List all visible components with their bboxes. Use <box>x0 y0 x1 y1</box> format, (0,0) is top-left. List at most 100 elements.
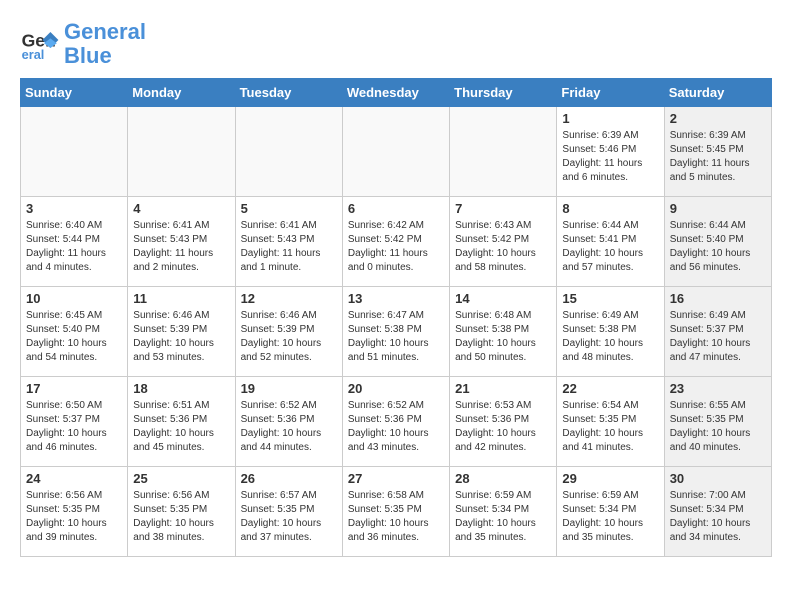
day-info: Sunrise: 6:59 AM Sunset: 5:34 PM Dayligh… <box>562 489 658 545</box>
day-number: 13 <box>348 291 444 306</box>
calendar-cell: 2Sunrise: 6:39 AM Sunset: 5:45 PM Daylig… <box>664 107 771 197</box>
calendar-body: 1Sunrise: 6:39 AM Sunset: 5:46 PM Daylig… <box>21 107 772 557</box>
day-number: 24 <box>26 471 122 486</box>
calendar-cell: 10 Sunrise: 6:45 AM Sunset: 5:40 PM Dayli… <box>21 287 128 377</box>
calendar-cell <box>21 107 128 197</box>
day-info: Sunrise: 6:56 AM Sunset: 5:35 PM Dayligh… <box>133 489 229 545</box>
calendar-week-row: 1Sunrise: 6:39 AM Sunset: 5:46 PM Daylig… <box>21 107 772 197</box>
day-info: Sunrise: 6:57 AM Sunset: 5:35 PM Dayligh… <box>241 489 337 545</box>
day-info: Sunrise: 6:58 AM Sunset: 5:35 PM Dayligh… <box>348 489 444 545</box>
calendar-cell: 4 Sunrise: 6:41 AM Sunset: 5:43 PM Daylig… <box>128 197 235 287</box>
day-info: Sunrise: 6:48 AM Sunset: 5:38 PM Dayligh… <box>455 309 551 365</box>
calendar-header: SundayMondayTuesdayWednesdayThursdayFrid… <box>21 79 772 107</box>
day-number: 2 <box>670 111 766 126</box>
calendar-cell: 30 Sunrise: 7:00 AM Sunset: 5:34 PM Dayli… <box>664 467 771 557</box>
day-number: 27 <box>348 471 444 486</box>
day-number: 10 <box>26 291 122 306</box>
calendar-cell: 20Sunrise: 6:52 AM Sunset: 5:36 PM Dayli… <box>342 377 449 467</box>
calendar-cell: 8Sunrise: 6:44 AM Sunset: 5:41 PM Daylig… <box>557 197 664 287</box>
page-header: Gen eral GeneralBlue <box>20 20 772 68</box>
day-number: 8 <box>562 201 658 216</box>
day-info: Sunrise: 6:56 AM Sunset: 5:35 PM Dayligh… <box>26 489 122 545</box>
calendar-cell: 1Sunrise: 6:39 AM Sunset: 5:46 PM Daylig… <box>557 107 664 197</box>
day-number: 3 <box>26 201 122 216</box>
calendar-cell: 16 Sunrise: 6:49 AM Sunset: 5:37 PM Dayli… <box>664 287 771 377</box>
calendar-cell <box>235 107 342 197</box>
day-number: 18 <box>133 381 229 396</box>
calendar-cell: 7Sunrise: 6:43 AM Sunset: 5:42 PM Daylig… <box>450 197 557 287</box>
weekday-header: Thursday <box>450 79 557 107</box>
day-number: 11 <box>133 291 229 306</box>
day-info: Sunrise: 6:54 AM Sunset: 5:35 PM Dayligh… <box>562 399 658 455</box>
calendar-week-row: 3 Sunrise: 6:40 AM Sunset: 5:44 PM Daylig… <box>21 197 772 287</box>
day-number: 12 <box>241 291 337 306</box>
calendar-cell: 3 Sunrise: 6:40 AM Sunset: 5:44 PM Daylig… <box>21 197 128 287</box>
weekday-header: Saturday <box>664 79 771 107</box>
day-number: 16 <box>670 291 766 306</box>
day-info: Sunrise: 6:47 AM Sunset: 5:38 PM Dayligh… <box>348 309 444 365</box>
calendar-cell <box>128 107 235 197</box>
calendar-cell: 23Sunrise: 6:55 AM Sunset: 5:35 PM Dayli… <box>664 377 771 467</box>
calendar-cell: 14 Sunrise: 6:48 AM Sunset: 5:38 PM Dayli… <box>450 287 557 377</box>
day-info: Sunrise: 6:41 AM Sunset: 5:43 PM Dayligh… <box>241 219 337 275</box>
weekday-header: Sunday <box>21 79 128 107</box>
day-info: Sunrise: 6:44 AM Sunset: 5:40 PM Dayligh… <box>670 219 766 275</box>
day-info: Sunrise: 6:50 AM Sunset: 5:37 PM Dayligh… <box>26 399 122 455</box>
day-info: Sunrise: 6:41 AM Sunset: 5:43 PM Dayligh… <box>133 219 229 275</box>
logo-icon: Gen eral <box>20 24 60 64</box>
calendar-cell: 19 Sunrise: 6:52 AM Sunset: 5:36 PM Dayli… <box>235 377 342 467</box>
logo: Gen eral GeneralBlue <box>20 20 146 68</box>
day-info: Sunrise: 6:40 AM Sunset: 5:44 PM Dayligh… <box>26 219 122 275</box>
day-number: 26 <box>241 471 337 486</box>
calendar-cell: 21 Sunrise: 6:53 AM Sunset: 5:36 PM Dayli… <box>450 377 557 467</box>
day-number: 6 <box>348 201 444 216</box>
calendar-cell: 24 Sunrise: 6:56 AM Sunset: 5:35 PM Dayli… <box>21 467 128 557</box>
day-number: 5 <box>241 201 337 216</box>
calendar-cell: 9 Sunrise: 6:44 AM Sunset: 5:40 PM Daylig… <box>664 197 771 287</box>
day-number: 17 <box>26 381 122 396</box>
weekday-header: Monday <box>128 79 235 107</box>
day-info: Sunrise: 6:49 AM Sunset: 5:37 PM Dayligh… <box>670 309 766 365</box>
calendar-cell: 27 Sunrise: 6:58 AM Sunset: 5:35 PM Dayli… <box>342 467 449 557</box>
calendar-cell: 17 Sunrise: 6:50 AM Sunset: 5:37 PM Dayli… <box>21 377 128 467</box>
day-info: Sunrise: 7:00 AM Sunset: 5:34 PM Dayligh… <box>670 489 766 545</box>
weekday-header: Friday <box>557 79 664 107</box>
calendar-week-row: 10 Sunrise: 6:45 AM Sunset: 5:40 PM Dayli… <box>21 287 772 377</box>
calendar-cell: 5 Sunrise: 6:41 AM Sunset: 5:43 PM Daylig… <box>235 197 342 287</box>
day-number: 29 <box>562 471 658 486</box>
day-number: 21 <box>455 381 551 396</box>
calendar-week-row: 17 Sunrise: 6:50 AM Sunset: 5:37 PM Dayli… <box>21 377 772 467</box>
calendar-cell: 11 Sunrise: 6:46 AM Sunset: 5:39 PM Dayli… <box>128 287 235 377</box>
logo-text: GeneralBlue <box>64 20 146 68</box>
calendar-cell: 26 Sunrise: 6:57 AM Sunset: 5:35 PM Dayli… <box>235 467 342 557</box>
calendar-cell: 25 Sunrise: 6:56 AM Sunset: 5:35 PM Dayli… <box>128 467 235 557</box>
day-number: 22 <box>562 381 658 396</box>
calendar-cell <box>450 107 557 197</box>
svg-text:eral: eral <box>22 47 45 62</box>
day-number: 14 <box>455 291 551 306</box>
calendar-cell <box>342 107 449 197</box>
calendar-cell: 13 Sunrise: 6:47 AM Sunset: 5:38 PM Dayli… <box>342 287 449 377</box>
day-info: Sunrise: 6:45 AM Sunset: 5:40 PM Dayligh… <box>26 309 122 365</box>
day-number: 7 <box>455 201 551 216</box>
calendar-week-row: 24 Sunrise: 6:56 AM Sunset: 5:35 PM Dayli… <box>21 467 772 557</box>
day-info: Sunrise: 6:46 AM Sunset: 5:39 PM Dayligh… <box>241 309 337 365</box>
day-info: Sunrise: 6:53 AM Sunset: 5:36 PM Dayligh… <box>455 399 551 455</box>
day-info: Sunrise: 6:42 AM Sunset: 5:42 PM Dayligh… <box>348 219 444 275</box>
day-number: 9 <box>670 201 766 216</box>
day-number: 25 <box>133 471 229 486</box>
calendar-cell: 15Sunrise: 6:49 AM Sunset: 5:38 PM Dayli… <box>557 287 664 377</box>
day-info: Sunrise: 6:59 AM Sunset: 5:34 PM Dayligh… <box>455 489 551 545</box>
day-info: Sunrise: 6:52 AM Sunset: 5:36 PM Dayligh… <box>241 399 337 455</box>
calendar-cell: 12 Sunrise: 6:46 AM Sunset: 5:39 PM Dayli… <box>235 287 342 377</box>
weekday-header: Tuesday <box>235 79 342 107</box>
day-number: 30 <box>670 471 766 486</box>
day-info: Sunrise: 6:49 AM Sunset: 5:38 PM Dayligh… <box>562 309 658 365</box>
calendar-cell: 18Sunrise: 6:51 AM Sunset: 5:36 PM Dayli… <box>128 377 235 467</box>
day-number: 19 <box>241 381 337 396</box>
day-info: Sunrise: 6:52 AM Sunset: 5:36 PM Dayligh… <box>348 399 444 455</box>
day-info: Sunrise: 6:46 AM Sunset: 5:39 PM Dayligh… <box>133 309 229 365</box>
day-number: 1 <box>562 111 658 126</box>
day-number: 4 <box>133 201 229 216</box>
day-number: 23 <box>670 381 766 396</box>
